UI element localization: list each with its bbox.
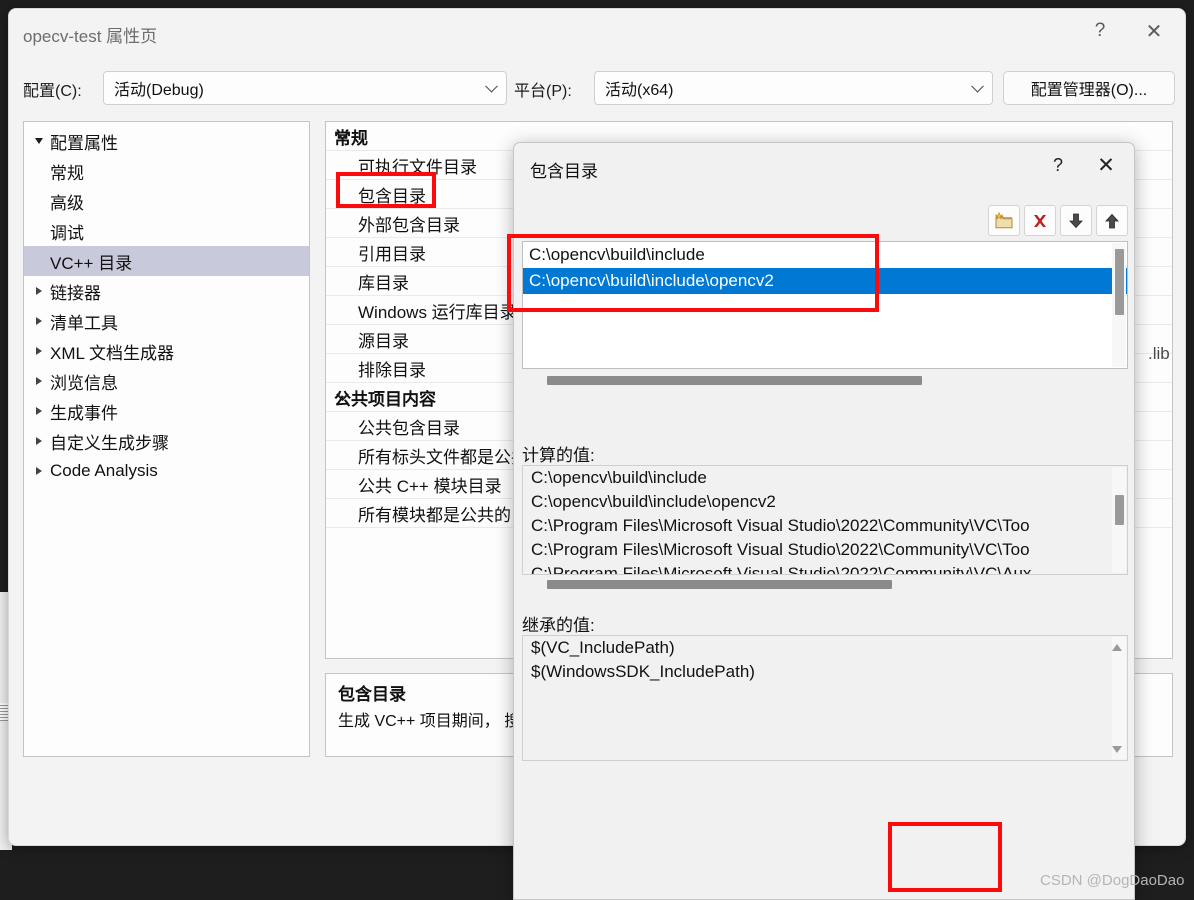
tree-item-label: 自定义生成步骤 xyxy=(50,433,169,453)
inherited-value-label: 继承的值: xyxy=(522,616,595,635)
chevron-down-icon xyxy=(971,79,984,93)
chevron-right-icon xyxy=(28,437,50,445)
evaluated-scroll-thumb[interactable] xyxy=(1115,495,1124,525)
chevron-right-icon xyxy=(28,407,50,415)
delete-icon[interactable] xyxy=(1024,205,1056,236)
chevron-right-icon xyxy=(28,347,50,355)
evaluated-line: C:\opencv\build\include xyxy=(531,468,707,487)
evaluated-line: C:\Program Files\Microsoft Visual Studio… xyxy=(531,540,1030,559)
listbox-hscroll-thumb[interactable] xyxy=(547,376,922,385)
inherited-line: $(VC_IncludePath) xyxy=(531,638,675,657)
tree-item-label: XML 文档生成器 xyxy=(50,343,175,363)
evaluated-line: C:\Program Files\Microsoft Visual Studio… xyxy=(531,516,1030,535)
new-folder-icon[interactable] xyxy=(988,205,1020,236)
scroll-down-icon[interactable] xyxy=(1110,741,1124,757)
platform-label: 平台(P): xyxy=(514,83,572,100)
chevron-down-icon xyxy=(28,138,50,144)
config-label: 配置(C): xyxy=(23,83,82,100)
dialog-close-icon[interactable]: ✕ xyxy=(1084,145,1128,185)
listbox-scroll-thumb[interactable] xyxy=(1115,249,1124,315)
property-name: 外部包含目录 xyxy=(358,215,460,235)
dialog-toolbar xyxy=(988,205,1128,236)
list-item[interactable]: C:\opencv\build\include\opencv2 xyxy=(523,268,1127,294)
tree-item[interactable]: 配置属性 xyxy=(24,126,309,156)
grid-partial-value: .lib xyxy=(1148,344,1170,363)
tree-item-label: 常规 xyxy=(50,163,84,183)
property-name: 引用目录 xyxy=(358,244,426,264)
window-titlebar: opecv-test 属性页 ? ✕ xyxy=(9,9,1185,57)
dialog-title: 包含目录 xyxy=(530,162,598,181)
evaluated-value-label: 计算的值: xyxy=(522,446,595,465)
tree-item[interactable]: XML 文档生成器 xyxy=(24,336,309,366)
watermark: CSDN @DogDaoDao xyxy=(1040,872,1185,889)
tree-item-label: Code Analysis xyxy=(50,461,158,480)
property-name: 可执行文件目录 xyxy=(358,157,477,177)
evaluated-horizontal-scrollbar[interactable] xyxy=(522,575,1128,593)
config-dropdown[interactable]: 活动(Debug) xyxy=(103,71,507,105)
evaluated-line: C:\opencv\build\include\opencv2 xyxy=(531,492,776,511)
evaluated-hscroll-thumb[interactable] xyxy=(547,580,892,589)
property-name: 库目录 xyxy=(358,273,409,293)
chevron-right-icon xyxy=(28,317,50,325)
property-name: 常规 xyxy=(334,128,368,148)
tree-item[interactable]: 生成事件 xyxy=(24,396,309,426)
listbox-vertical-scrollbar[interactable] xyxy=(1112,243,1126,367)
property-name: Windows 运行库目录 xyxy=(358,302,517,322)
property-name: 包含目录 xyxy=(358,186,426,206)
tree-item[interactable]: 清单工具 xyxy=(24,306,309,336)
tree-item[interactable]: 浏览信息 xyxy=(24,366,309,396)
config-dropdown-value: 活动(Debug) xyxy=(114,82,204,99)
evaluated-value-box[interactable]: C:\opencv\build\include C:\opencv\build\i… xyxy=(522,465,1128,575)
list-item[interactable]: C:\opencv\build\include xyxy=(523,242,1127,268)
chevron-down-icon xyxy=(485,79,498,93)
inherited-value-box[interactable]: $(VC_IncludePath) $(WindowsSDK_IncludePat… xyxy=(522,635,1128,761)
tree-item[interactable]: 调试 xyxy=(24,216,309,246)
tree-item-label: VC++ 目录 xyxy=(50,253,133,273)
property-name: 公共 C++ 模块目录 xyxy=(358,476,502,496)
property-name: 公共包含目录 xyxy=(358,418,460,438)
config-manager-button[interactable]: 配置管理器(O)... xyxy=(1003,71,1175,105)
tree-item-label: 配置属性 xyxy=(50,133,118,153)
chevron-right-icon xyxy=(28,377,50,385)
close-icon[interactable]: ✕ xyxy=(1131,9,1177,53)
tree-item-label: 清单工具 xyxy=(50,313,118,333)
listbox-horizontal-scrollbar[interactable] xyxy=(522,369,1128,391)
inherited-line: $(WindowsSDK_IncludePath) xyxy=(531,662,755,681)
chevron-right-icon xyxy=(28,467,50,475)
tree-item[interactable]: 常规 xyxy=(24,156,309,186)
tree-item[interactable]: Code Analysis xyxy=(24,456,309,486)
scroll-up-icon[interactable] xyxy=(1110,639,1124,655)
property-tree[interactable]: 配置属性常规高级调试 VC++ 目录 链接器清单工具 XML 文档生成器 浏览信息生成事… xyxy=(23,121,310,757)
property-name: 源目录 xyxy=(358,331,409,351)
dialog-help-icon[interactable]: ? xyxy=(1036,145,1080,185)
chevron-right-icon xyxy=(28,287,50,295)
platform-dropdown-value: 活动(x64) xyxy=(605,82,674,99)
tree-item-label: 生成事件 xyxy=(50,403,118,423)
include-directories-dialog: 包含目录 ? ✕ C:\opencv\build\include C:\open… xyxy=(513,142,1135,900)
platform-dropdown[interactable]: 活动(x64) xyxy=(594,71,993,105)
property-name: 排除目录 xyxy=(358,360,426,380)
directories-listbox[interactable]: C:\opencv\build\include C:\opencv\build\i… xyxy=(522,241,1128,369)
screen: opecv-test 属性页 ? ✕ 配置(C): 活动(Debug) 平台(P… xyxy=(0,0,1194,900)
tree-item-label: 调试 xyxy=(50,223,84,243)
move-up-icon[interactable] xyxy=(1096,205,1128,236)
help-icon[interactable]: ? xyxy=(1077,9,1123,53)
inherited-vertical-scrollbar[interactable] xyxy=(1112,637,1126,759)
tree-item[interactable]: 自定义生成步骤 xyxy=(24,426,309,456)
tree-item-label: 链接器 xyxy=(50,283,101,303)
tree-item[interactable]: 高级 xyxy=(24,186,309,216)
evaluated-line: C:\Program Files\Microsoft Visual Studio… xyxy=(531,564,1032,575)
tree-item[interactable]: VC++ 目录 xyxy=(24,246,309,276)
tree-item-label: 高级 xyxy=(50,193,84,213)
page-title: opecv-test 属性页 xyxy=(23,27,158,46)
move-down-icon[interactable] xyxy=(1060,205,1092,236)
property-name: 所有模块都是公共的 xyxy=(358,505,511,525)
tree-item[interactable]: 链接器 xyxy=(24,276,309,306)
tree-item-label: 浏览信息 xyxy=(50,373,118,393)
evaluated-vertical-scrollbar[interactable] xyxy=(1112,467,1126,573)
